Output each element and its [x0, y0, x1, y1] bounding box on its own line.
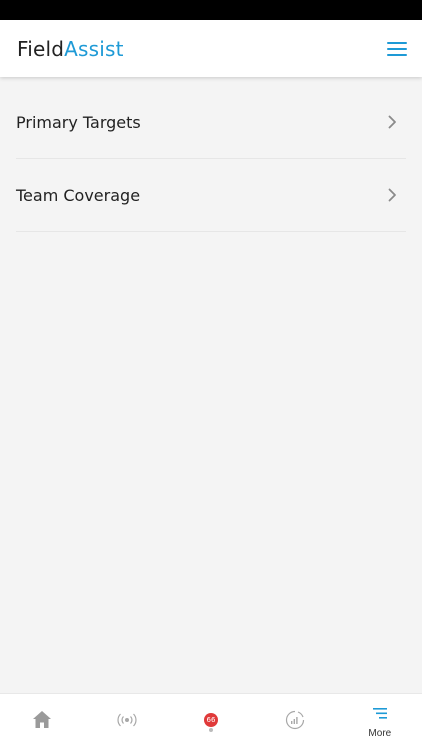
analytics-icon [285, 710, 305, 735]
menu-item-label: Primary Targets [16, 112, 141, 132]
more-icon [372, 706, 387, 724]
nav-more[interactable]: More [338, 694, 422, 750]
chevron-right-icon [384, 114, 400, 130]
logo-field-text: Field [17, 36, 65, 61]
bottom-navigation: 66 More [0, 693, 422, 750]
notification-icon [209, 727, 214, 732]
broadcast-icon [116, 712, 138, 733]
app-header: FieldAssist [0, 20, 422, 77]
logo-assist-text: Assist [64, 36, 124, 61]
menu-item-label: Team Coverage [16, 185, 141, 205]
menu-item-primary-targets[interactable]: Primary Targets [16, 86, 406, 159]
menu-item-team-coverage[interactable]: Team Coverage [16, 159, 406, 232]
status-bar [0, 0, 422, 20]
nav-broadcast[interactable] [84, 694, 168, 750]
menu-list: Primary Targets Team Coverage [16, 86, 406, 232]
app-logo: FieldAssist [17, 37, 124, 61]
nav-analytics[interactable] [253, 694, 337, 750]
nav-more-label: More [368, 727, 392, 739]
nav-home[interactable] [0, 694, 84, 750]
hamburger-menu-icon[interactable] [387, 41, 407, 56]
chevron-right-icon [384, 187, 400, 203]
nav-notifications[interactable]: 66 [169, 694, 253, 750]
notification-badge: 66 [204, 712, 219, 727]
home-icon [32, 710, 52, 734]
